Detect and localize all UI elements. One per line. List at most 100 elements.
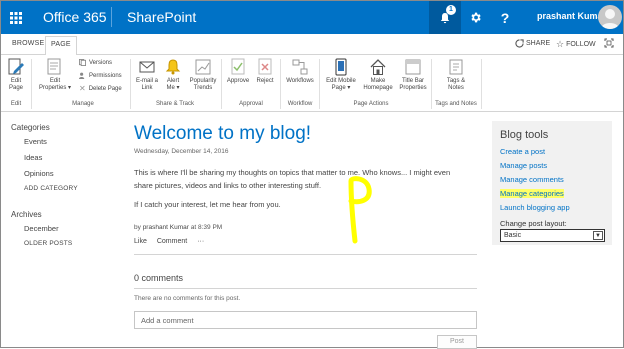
gear-icon [470, 12, 481, 23]
category-item[interactable]: Ideas [24, 153, 42, 162]
post-body-paragraph-2: If I catch your interest, let me hear fr… [134, 200, 281, 209]
post-body-line: This is where I'll be sharing my thought… [134, 168, 451, 177]
email-link-label-1: E-mail a [135, 78, 158, 84]
properties-icon [47, 58, 61, 75]
person-icon [601, 9, 619, 29]
user-name[interactable]: prashant Kumar [537, 11, 606, 21]
manage-categories-link[interactable]: Manage categories [500, 189, 564, 198]
edit-page-label: Edit Page [8, 78, 23, 91]
categories-heading[interactable]: Categories [11, 123, 50, 132]
launch-blogging-app-link[interactable]: Launch blogging app [500, 203, 570, 212]
help-icon: ? [500, 9, 510, 26]
workflows-button[interactable]: Workflows [284, 58, 316, 85]
versions-button[interactable]: Versions [79, 59, 112, 66]
group-edit-label: Edit [10, 101, 22, 107]
popularity-label-2: Trends [193, 85, 213, 91]
comment-link[interactable]: Comment [157, 238, 187, 245]
post-layout-label: Change post layout: [500, 219, 567, 228]
permissions-icon [79, 72, 85, 79]
tags-notes-button[interactable]: Tags & Notes [439, 58, 473, 92]
help-button[interactable]: ? [489, 1, 521, 34]
popularity-label-1: Popularity [189, 78, 217, 84]
reject-button[interactable]: Reject [254, 58, 276, 85]
fullscreen-icon [604, 38, 614, 48]
focus-on-content-button[interactable] [604, 38, 614, 48]
title-bar-label-1: Title Bar [401, 78, 425, 84]
older-posts-link[interactable]: OLDER POSTS [24, 240, 72, 247]
like-link[interactable]: Like [134, 238, 147, 245]
group-divider [221, 59, 222, 109]
follow-button[interactable]: ☆ FOLLOW [556, 39, 596, 50]
title-bar-properties-button[interactable]: Title Bar Properties [397, 58, 429, 92]
post-author[interactable]: prashant Kumar [143, 224, 189, 231]
title-bar-label-2: Properties [399, 85, 427, 91]
create-post-link[interactable]: Create a post [500, 147, 545, 156]
add-comment-input[interactable]: Add a comment [134, 311, 477, 329]
group-divider [319, 59, 320, 109]
avatar[interactable] [598, 5, 622, 29]
add-category-link[interactable]: ADD CATEGORY [24, 185, 78, 192]
tags-notes-label-1: Tags & [446, 78, 466, 84]
group-share-track-label: Share & Track [155, 101, 194, 107]
alert-me-button[interactable]: Alert Me ▾ [162, 58, 184, 92]
notification-count-badge: 1 [446, 5, 456, 15]
app-launcher-icon[interactable] [1, 1, 31, 34]
manage-posts-link[interactable]: Manage posts [500, 161, 547, 170]
workflow-icon [292, 59, 308, 75]
email-link-button[interactable]: E-mail a Link [134, 58, 160, 92]
category-item[interactable]: Events [24, 137, 47, 146]
share-icon [515, 39, 524, 48]
make-homepage-label-1: Make [370, 78, 386, 84]
share-button[interactable]: SHARE [515, 39, 550, 48]
page-frame: Office 365 SharePoint 1 ? prashant Kumar… [0, 0, 624, 349]
post-body-line: share pictures, videos and links to othe… [134, 181, 322, 190]
post-actions: Like Comment ··· [134, 238, 204, 245]
popularity-trends-button[interactable]: Popularity Trends [187, 58, 219, 92]
mobile-page-icon [335, 58, 347, 76]
edit-page-button[interactable]: Edit Page [3, 58, 29, 92]
delete-x-icon: ✕ [79, 84, 86, 93]
settings-button[interactable] [459, 1, 491, 34]
more-options-icon[interactable]: ··· [197, 238, 204, 245]
group-manage-label: Manage [72, 101, 94, 107]
edit-mobile-label-1: Edit Mobile [326, 78, 356, 84]
tags-notes-icon [449, 59, 463, 75]
notifications-button[interactable]: 1 [429, 1, 461, 34]
archives-heading[interactable]: Archives [11, 210, 42, 219]
workflows-label: Workflows [286, 78, 314, 84]
approve-button[interactable]: Approve [225, 58, 251, 85]
group-divider [130, 59, 131, 109]
blog-tools-panel: Blog tools Create a post Manage posts Ma… [492, 121, 612, 245]
suite-bar: Office 365 SharePoint 1 ? prashant Kumar [1, 1, 623, 34]
post-title[interactable]: Welcome to my blog! [134, 123, 311, 145]
post-layout-select[interactable]: Basic ▼ [500, 229, 605, 242]
edit-mobile-page-button[interactable]: Edit Mobile Page ▾ [323, 58, 359, 92]
manage-comments-link[interactable]: Manage comments [500, 175, 564, 184]
post-time[interactable]: 8:39 PM [198, 224, 222, 231]
post-comment-button[interactable]: Post [437, 335, 477, 349]
follow-label: FOLLOW [566, 41, 596, 48]
make-homepage-button[interactable]: Make Homepage [361, 58, 395, 92]
group-divider [31, 59, 32, 109]
archive-item[interactable]: December [24, 224, 59, 233]
alert-bell-icon [165, 59, 181, 75]
byline-by: by [134, 224, 141, 231]
tab-page[interactable]: PAGE [45, 36, 77, 56]
category-item[interactable]: Opinions [24, 169, 54, 178]
email-link-label-2: Link [141, 85, 153, 91]
chevron-down-icon: ▼ [593, 231, 603, 240]
office365-brand[interactable]: Office 365 [43, 9, 107, 25]
edit-properties-label-2: Properties ▾ [38, 85, 72, 91]
edit-mobile-label-2: Page ▾ [331, 85, 351, 91]
blog-tools-heading: Blog tools [500, 129, 549, 141]
edit-properties-button[interactable]: Edit Properties ▾ [37, 58, 73, 92]
brand-divider [111, 7, 112, 27]
delete-page-button[interactable]: ✕ Delete Page [79, 84, 122, 93]
alert-me-label-1: Alert [166, 78, 180, 84]
versions-icon [79, 59, 86, 66]
divider [134, 254, 477, 255]
permissions-button[interactable]: Permissions [79, 72, 122, 79]
sharepoint-app-title[interactable]: SharePoint [127, 9, 196, 25]
post-date: Wednesday, December 14, 2016 [134, 148, 229, 155]
tab-browse[interactable]: BROWSE [12, 40, 44, 47]
